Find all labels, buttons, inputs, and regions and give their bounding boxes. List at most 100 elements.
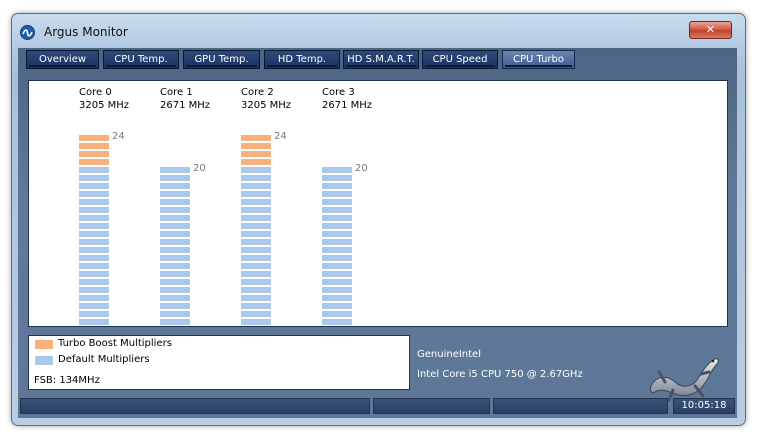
cpu-vendor: GenuineIntel xyxy=(417,349,481,360)
default-multiplier-segment xyxy=(322,215,352,221)
default-multiplier-segment xyxy=(241,191,271,197)
tab-overview[interactable]: Overview xyxy=(26,50,99,69)
default-multiplier-segment xyxy=(160,175,190,181)
status-cell-2 xyxy=(373,398,490,414)
tab-hd-temp[interactable]: HD Temp. xyxy=(264,50,340,69)
turbo-multiplier-segment xyxy=(79,135,109,141)
window-title: Argus Monitor xyxy=(44,25,128,39)
default-multiplier-segment xyxy=(241,271,271,277)
default-multiplier-segment xyxy=(241,239,271,245)
default-multiplier-segment xyxy=(79,239,109,245)
default-multiplier-segment xyxy=(160,311,190,317)
tab-cpu-turbo[interactable]: CPU Turbo xyxy=(502,50,575,69)
default-multiplier-segment xyxy=(241,255,271,261)
core-0-multiplier-value: 24 xyxy=(112,131,125,142)
tab-cpu-speed[interactable]: CPU Speed xyxy=(422,50,498,69)
close-button[interactable]: ✕ xyxy=(689,21,732,39)
default-multiplier-segment xyxy=(241,311,271,317)
default-multiplier-segment xyxy=(79,175,109,181)
fsb-label: FSB: 134MHz xyxy=(34,375,100,386)
default-multiplier-segment xyxy=(241,183,271,189)
default-multiplier-segment xyxy=(241,263,271,269)
status-bar: 10:05:18 xyxy=(18,398,737,415)
default-multiplier-segment xyxy=(79,215,109,221)
default-multiplier-segment xyxy=(79,207,109,213)
default-multiplier-segment xyxy=(160,183,190,189)
default-multiplier-segment xyxy=(241,167,271,173)
default-multiplier-segment xyxy=(322,191,352,197)
default-multiplier-segment xyxy=(160,199,190,205)
default-multiplier-segment xyxy=(322,319,352,325)
turbo-multiplier-segment xyxy=(79,143,109,149)
default-multiplier-segment xyxy=(160,223,190,229)
default-multiplier-segment xyxy=(79,183,109,189)
default-multiplier-segment xyxy=(160,295,190,301)
default-multiplier-segment xyxy=(322,271,352,277)
turbo-multiplier-segment xyxy=(79,151,109,157)
turbo-multiplier-segment xyxy=(241,143,271,149)
default-multiplier-segment xyxy=(322,279,352,285)
default-multiplier-segment xyxy=(160,271,190,277)
core-1-speed: 2671 MHz xyxy=(160,100,211,111)
legend-box: Turbo Boost Multipliers Default Multipli… xyxy=(28,335,410,390)
close-icon: ✕ xyxy=(705,23,716,36)
default-multiplier-segment xyxy=(79,311,109,317)
default-multiplier-segment xyxy=(160,215,190,221)
default-multiplier-segment xyxy=(241,279,271,285)
default-multiplier-segment xyxy=(79,167,109,173)
default-multiplier-segment xyxy=(79,199,109,205)
core-3-multiplier-value: 20 xyxy=(355,163,368,174)
core-1-multiplier-bar xyxy=(160,167,190,327)
default-multiplier-segment xyxy=(322,255,352,261)
default-multiplier-segment xyxy=(241,287,271,293)
core-0-speed: 3205 MHz xyxy=(79,100,130,111)
default-swatch xyxy=(35,356,53,365)
core-1-multiplier-value: 20 xyxy=(193,163,206,174)
default-multiplier-segment xyxy=(322,207,352,213)
default-multiplier-segment xyxy=(79,287,109,293)
core-2-speed: 3205 MHz xyxy=(241,100,292,111)
core-0-name: Core 0 xyxy=(79,87,112,98)
status-clock: 10:05:18 xyxy=(673,398,735,414)
core-1-name: Core 1 xyxy=(160,87,193,98)
default-multiplier-segment xyxy=(79,271,109,277)
status-cell-3 xyxy=(493,398,668,414)
app-window: Argus Monitor ✕ Overview CPU Temp. GPU T… xyxy=(11,13,746,426)
default-multiplier-segment xyxy=(241,207,271,213)
tab-gpu-temp[interactable]: GPU Temp. xyxy=(183,50,260,69)
default-multiplier-segment xyxy=(160,303,190,309)
core-0-multiplier-bar xyxy=(79,135,109,327)
default-multiplier-segment xyxy=(322,183,352,189)
core-2-multiplier-bar xyxy=(241,135,271,327)
default-multiplier-segment xyxy=(322,263,352,269)
default-multiplier-segment xyxy=(322,287,352,293)
title-bar[interactable]: Argus Monitor ✕ xyxy=(12,14,745,50)
tab-cpu-temp[interactable]: CPU Temp. xyxy=(103,50,179,69)
core-3-speed: 2671 MHz xyxy=(322,100,373,111)
main-content: Overview CPU Temp. GPU Temp. HD Temp. HD… xyxy=(18,48,737,418)
default-multiplier-segment xyxy=(160,207,190,213)
default-multiplier-segment xyxy=(160,279,190,285)
default-multiplier-segment xyxy=(79,319,109,325)
default-multiplier-segment xyxy=(322,231,352,237)
cpu-turbo-panel: Core 0 3205 MHz Core 1 2671 MHz Core 2 3… xyxy=(28,80,728,327)
default-multiplier-segment xyxy=(79,295,109,301)
default-multiplier-segment xyxy=(322,239,352,245)
core-3-multiplier-bar xyxy=(322,167,352,327)
default-multiplier-segment xyxy=(160,263,190,269)
turbo-swatch xyxy=(35,340,53,349)
status-cell-1 xyxy=(20,398,370,414)
default-multiplier-segment xyxy=(241,231,271,237)
default-legend-label: Default Multipliers xyxy=(58,354,150,365)
default-multiplier-segment xyxy=(322,295,352,301)
default-multiplier-segment xyxy=(241,175,271,181)
default-multiplier-segment xyxy=(322,175,352,181)
default-multiplier-segment xyxy=(79,223,109,229)
turbo-legend-label: Turbo Boost Multipliers xyxy=(58,338,172,349)
default-multiplier-segment xyxy=(79,303,109,309)
default-multiplier-segment xyxy=(241,199,271,205)
default-multiplier-segment xyxy=(79,247,109,253)
tab-hd-smart[interactable]: HD S.M.A.R.T. xyxy=(343,50,419,69)
default-multiplier-segment xyxy=(79,191,109,197)
default-multiplier-segment xyxy=(79,231,109,237)
